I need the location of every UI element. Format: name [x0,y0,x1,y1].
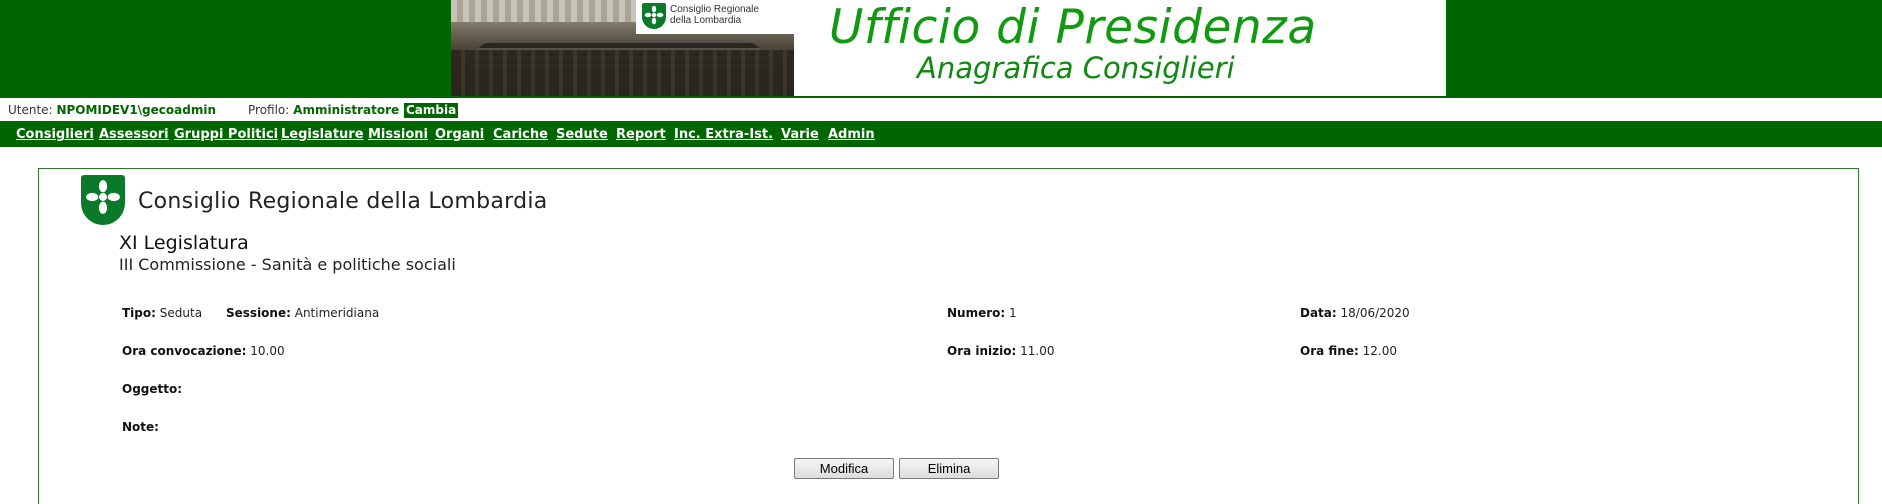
ora-fine-label: Ora fine: [1300,344,1359,358]
nav-item-admin[interactable]: Admin [828,127,875,142]
org-name: Consiglio Regionale della Lombardia [138,189,548,214]
sessione-label: Sessione: [226,306,291,320]
nav-item-consiglieri[interactable]: Consiglieri [16,127,94,142]
tipo-value: Seduta [159,306,203,320]
profile-label: Profilo: [248,103,290,117]
ora-fine-value: 12.00 [1362,344,1397,358]
nav-item-assessori[interactable]: Assessori [99,127,169,142]
nav-item-cariche[interactable]: Cariche [493,127,548,142]
banner-logo-line1: Consiglio Regionale [670,4,759,15]
ora-convocazione-label: Ora convocazione: [122,344,247,358]
nav-item-legislature[interactable]: Legislature [281,127,364,142]
field-ora-fine: Ora fine: 12.00 [1300,344,1397,358]
nav-item-organi[interactable]: Organi [435,127,484,142]
banner-logo-line2: della Lombardia [670,15,742,26]
field-oggetto: Oggetto: [122,382,182,396]
lombardia-rose-icon [81,175,125,225]
modifica-button[interactable]: Modifica [794,458,894,479]
ora-inizio-label: Ora inizio: [947,344,1017,358]
nav-item-sedute[interactable]: Sedute [556,127,608,142]
banner-panel: Consiglio Regionale della Lombardia Uffi… [449,0,1448,98]
oggetto-label: Oggetto: [122,382,183,396]
legislatura-title: XI Legislatura [119,232,249,254]
field-tipo: Tipo: Seduta [122,306,202,320]
ora-inizio-value: 11.00 [1020,344,1055,358]
data-value: 18/06/2020 [1340,306,1410,320]
commissione-title: III Commissione - Sanità e politiche soc… [119,255,456,274]
lombardia-rose-icon [642,3,666,29]
user-label: Utente: [8,103,53,117]
numero-value: 1 [1009,306,1017,320]
field-note: Note: [122,420,159,434]
council-hall-photo: Consiglio Regionale della Lombardia [451,0,794,96]
main-nav: Consiglieri Assessori Gruppi Politici Le… [0,121,1882,147]
nav-item-varie[interactable]: Varie [781,127,819,142]
nav-item-gruppi-politici[interactable]: Gruppi Politici [174,127,278,142]
nav-item-missioni[interactable]: Missioni [368,127,428,142]
header-banner: Consiglio Regionale della Lombardia Uffi… [0,0,1882,98]
tipo-label: Tipo: [122,306,156,320]
ora-convocazione-value: 10.00 [250,344,285,358]
field-numero: Numero: 1 [947,306,1017,320]
profile-value: Amministratore [293,103,400,117]
user-bar: Utente: NPOMIDEV1\gecoadmin Profilo: Amm… [0,102,1882,120]
field-ora-convocazione: Ora convocazione: 10.00 [122,344,285,358]
nav-item-inc-extra-ist[interactable]: Inc. Extra-Ist. [674,127,773,142]
sessione-value: Antimeridiana [294,306,380,320]
elimina-button[interactable]: Elimina [899,458,999,479]
app-title: Ufficio di Presidenza [829,0,1317,55]
nav-item-report[interactable]: Report [616,127,666,142]
app-subtitle: Anagrafica Consiglieri [917,51,1235,85]
numero-label: Numero: [947,306,1006,320]
seduta-detail-panel: Consiglio Regionale della Lombardia XI L… [38,168,1859,504]
field-sessione: Sessione: Antimeridiana [226,306,379,320]
note-label: Note: [122,420,159,434]
data-label: Data: [1300,306,1337,320]
user-value: NPOMIDEV1\gecoadmin [56,103,216,117]
change-profile-button[interactable]: Cambia [404,103,459,118]
field-ora-inizio: Ora inizio: 11.00 [947,344,1055,358]
field-data: Data: 18/06/2020 [1300,306,1410,320]
banner-logo: Consiglio Regionale della Lombardia [636,0,794,34]
